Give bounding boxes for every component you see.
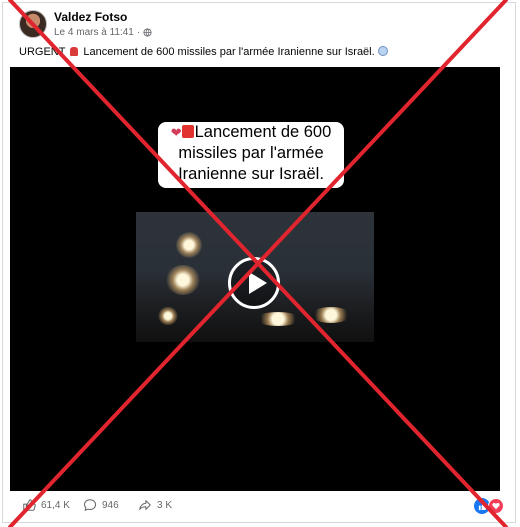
screaming-face-emoji-icon (377, 46, 388, 56)
play-icon[interactable] (228, 257, 280, 309)
thumbs-up-icon (23, 499, 36, 511)
caption-text: Lancement de 600 missiles par l'armée Ir… (83, 46, 375, 58)
missile-flare (176, 232, 202, 258)
love-reaction-icon[interactable] (488, 498, 504, 514)
share-stat[interactable]: 3 K (138, 498, 172, 512)
avatar[interactable] (19, 10, 47, 38)
caption-prefix: URGENT (19, 46, 66, 58)
share-icon (139, 500, 151, 510)
like-stat[interactable]: 61,4 K (22, 498, 70, 512)
overlay-line-1: Lancement de 600 (194, 123, 332, 141)
missile-flare (256, 312, 300, 326)
meta-separator: · (136, 27, 141, 38)
overlay-line-3: Iranienne sur Israël. (178, 165, 324, 183)
post-caption: URGENT Lancement de 600 missiles par l'a… (19, 46, 388, 58)
alert-emoji-icon (70, 47, 79, 56)
like-count: 61,4 K (41, 499, 70, 511)
comment-icon (83, 499, 97, 511)
siren-emoji-icon (181, 125, 194, 138)
missile-flare (311, 307, 351, 323)
share-count: 3 K (157, 499, 173, 511)
comment-stat[interactable]: 946 (83, 498, 119, 512)
globe-icon (143, 28, 152, 37)
comment-count: 946 (102, 499, 119, 511)
author-name[interactable]: Valdez Fotso (54, 10, 127, 24)
video-overlay-caption: ❤ Lancement de 600 missiles par l'armée I… (158, 122, 344, 185)
overlay-line-2: missiles par l'armée (178, 144, 324, 162)
post-meta: Le 4 mars à 11:41 · (54, 27, 152, 38)
engagement-bar: 61,4 K 946 3 K (0, 495, 520, 519)
missile-flare (166, 265, 200, 295)
video-player[interactable]: ❤ Lancement de 600 missiles par l'armée I… (10, 67, 500, 491)
missile-flare (158, 307, 178, 325)
post-date[interactable]: Le 4 mars à 11:41 (54, 27, 134, 38)
broken-heart-emoji-icon: ❤ (170, 125, 182, 140)
